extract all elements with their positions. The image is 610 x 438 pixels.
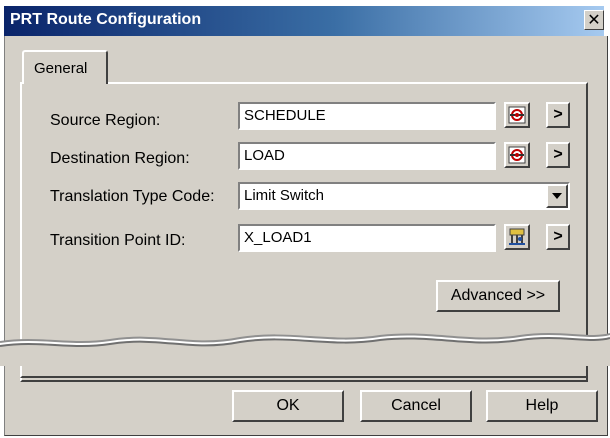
translation-type-code-value: Limit Switch <box>244 187 325 204</box>
region-picker-icon <box>508 106 526 124</box>
source-region-label: Source Region: <box>50 112 161 129</box>
close-button[interactable]: ✕ <box>584 10 604 30</box>
destination-region-label: Destination Region: <box>50 150 190 167</box>
source-region-value: SCHEDULE <box>244 107 326 124</box>
torn-edge-divider <box>0 333 610 366</box>
cancel-button[interactable]: Cancel <box>360 390 472 422</box>
translation-type-code-select[interactable]: Limit Switch <box>238 182 570 210</box>
transition-point-picker-icon <box>509 228 525 245</box>
transition-point-picker-button[interactable] <box>504 224 530 250</box>
transition-point-id-value: X_LOAD1 <box>244 229 312 246</box>
ok-button-label: OK <box>276 397 300 414</box>
region-picker-icon <box>508 146 526 164</box>
transition-point-arrow-button[interactable]: > <box>546 224 570 250</box>
window-title: PRT Route Configuration <box>10 11 202 28</box>
source-region-picker-button[interactable] <box>504 102 530 128</box>
tab-general-label: General <box>34 60 88 77</box>
panel-bottom-edge <box>20 366 588 378</box>
close-icon: ✕ <box>587 12 601 29</box>
destination-region-value: LOAD <box>244 147 285 164</box>
chevron-right-icon: > <box>553 146 563 163</box>
source-region-field[interactable]: SCHEDULE <box>238 102 496 130</box>
destination-region-field[interactable]: LOAD <box>238 142 496 170</box>
chevron-down-icon <box>552 193 562 199</box>
title-bar[interactable]: PRT Route Configuration <box>4 6 604 36</box>
destination-region-picker-button[interactable] <box>504 142 530 168</box>
dropdown-button[interactable] <box>546 184 568 208</box>
help-button-label: Help <box>525 397 559 414</box>
destination-region-arrow-button[interactable]: > <box>546 142 570 168</box>
transition-point-id-field[interactable]: X_LOAD1 <box>238 224 496 252</box>
tab-general[interactable]: General <box>22 50 108 84</box>
chevron-right-icon: > <box>553 228 563 245</box>
advanced-button[interactable]: Advanced >> <box>436 280 560 312</box>
transition-point-id-label: Transition Point ID: <box>50 232 186 249</box>
chevron-right-icon: > <box>553 106 563 123</box>
cancel-button-label: Cancel <box>391 397 441 414</box>
translation-type-code-label: Translation Type Code: <box>50 188 215 205</box>
advanced-button-label: Advanced >> <box>450 287 546 304</box>
ok-button[interactable]: OK <box>232 390 344 422</box>
source-region-arrow-button[interactable]: > <box>546 102 570 128</box>
help-button[interactable]: Help <box>486 390 598 422</box>
